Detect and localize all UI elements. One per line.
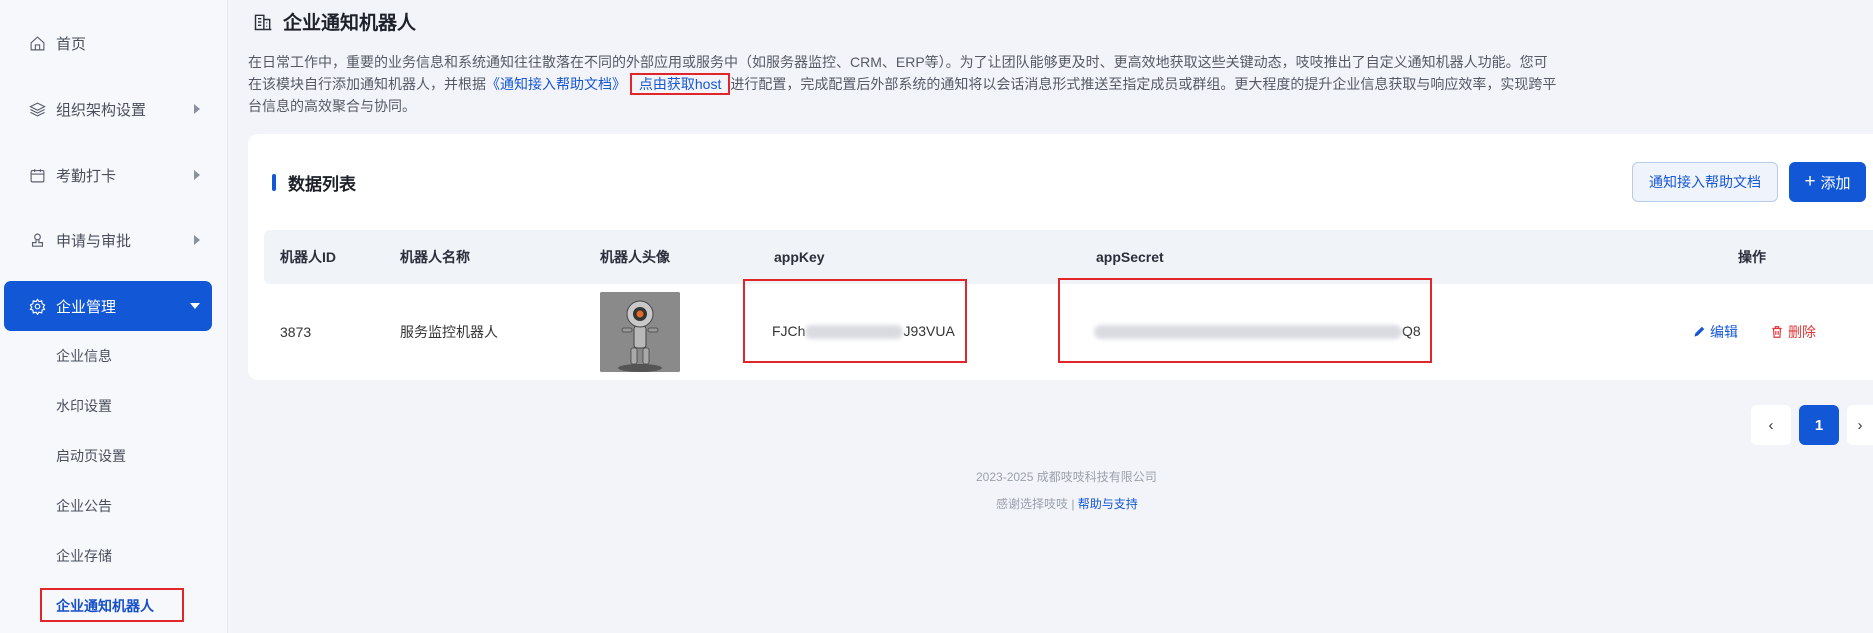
edit-button[interactable]: 编辑 bbox=[1692, 322, 1738, 342]
column-header-name: 机器人名称 bbox=[400, 249, 470, 265]
delete-button[interactable]: 删除 bbox=[1770, 322, 1816, 342]
masked-text bbox=[1094, 325, 1402, 340]
layers-icon bbox=[28, 100, 46, 118]
chevron-right-icon bbox=[194, 104, 200, 114]
desc-text: 在该模块自行添加通知机器人，并根据 bbox=[248, 76, 486, 92]
sidebar-item-label: 企业管理 bbox=[56, 298, 117, 316]
pagination-prev-button[interactable]: ‹ bbox=[1751, 405, 1791, 445]
sidebar-subitem-splash[interactable]: 启动页设置 bbox=[56, 444, 126, 468]
appkey-prefix: FJCh bbox=[772, 323, 806, 339]
pagination-next-button[interactable]: › bbox=[1847, 405, 1873, 445]
sidebar-item-enterprise[interactable]: 企业管理 bbox=[4, 281, 212, 331]
robot-avatar bbox=[600, 292, 680, 372]
appkey-value: FJCh J93VUA bbox=[772, 320, 955, 342]
table-header: 机器人ID 机器人名称 机器人头像 appKey appSecret 操作 bbox=[264, 230, 1873, 284]
sidebar-item-label: 组织架构设置 bbox=[56, 101, 147, 119]
sidebar-subitem-watermark[interactable]: 水印设置 bbox=[56, 394, 112, 418]
sidebar-subitem-enterprise-info[interactable]: 企业信息 bbox=[56, 344, 112, 368]
chevron-down-icon bbox=[190, 303, 200, 309]
card-title: 数据列表 bbox=[272, 170, 356, 195]
delete-label: 删除 bbox=[1788, 324, 1816, 340]
column-header-actions: 操作 bbox=[1738, 249, 1766, 265]
sidebar-item-attendance[interactable]: 考勤打卡 bbox=[0, 150, 228, 200]
page-description: 在日常工作中，重要的业务信息和系统通知往往散落在不同的外部应用或服务中（如服务器… bbox=[248, 51, 1558, 117]
trash-icon bbox=[1772, 326, 1782, 338]
page-title-text: 企业通知机器人 bbox=[283, 13, 417, 34]
edit-label: 编辑 bbox=[1710, 324, 1738, 340]
robot-id: 3873 bbox=[280, 324, 312, 340]
column-header-avatar: 机器人头像 bbox=[600, 249, 670, 265]
desc-text: 台信息的高效聚合与协同。 bbox=[248, 98, 416, 114]
help-support-link[interactable]: 帮助与支持 bbox=[1078, 497, 1138, 511]
help-doc-button[interactable]: 通知接入帮助文档 bbox=[1632, 162, 1778, 202]
appkey-suffix: J93VUA bbox=[903, 323, 955, 339]
appsecret-value: Q8 bbox=[1094, 320, 1421, 342]
footer-copyright: 2023-2025 成都吱吱科技有限公司 bbox=[976, 470, 1157, 484]
robot-name: 服务监控机器人 bbox=[400, 324, 498, 340]
sidebar-item-home[interactable]: 首页 bbox=[0, 18, 228, 68]
calendar-icon bbox=[28, 166, 46, 184]
desc-text: 在日常工作中，重要的业务信息和系统通知往往散落在不同的外部应用或服务中（如服务器… bbox=[248, 54, 1548, 70]
get-host-link[interactable]: 点由获取host bbox=[629, 73, 731, 95]
sidebar-subitem-notify-robot[interactable]: 企业通知机器人 bbox=[40, 588, 184, 622]
pencil-icon bbox=[1694, 326, 1705, 337]
column-header-id: 机器人ID bbox=[280, 249, 336, 265]
sidebar-subitem-storage[interactable]: 企业存储 bbox=[56, 544, 112, 568]
footer-thanks: 感谢选择吱吱 | 帮助与支持 bbox=[996, 495, 1138, 512]
gear-icon bbox=[28, 297, 46, 315]
page-title: 企业通知机器人 bbox=[253, 8, 416, 35]
sidebar-item-label: 首页 bbox=[56, 35, 87, 53]
sidebar: 首页 组织架构设置 考勤打卡 申请与审批 企业管理 企业信息 水印设置 启动页设… bbox=[0, 0, 228, 633]
sidebar-item-approval[interactable]: 申请与审批 bbox=[0, 215, 228, 265]
card-title-text: 数据列表 bbox=[288, 175, 356, 194]
sidebar-item-label: 考勤打卡 bbox=[56, 167, 117, 185]
chevron-right-icon bbox=[194, 170, 200, 180]
building-icon bbox=[253, 12, 273, 32]
sidebar-subitem-announcement[interactable]: 企业公告 bbox=[56, 494, 112, 518]
appsecret-suffix: Q8 bbox=[1402, 323, 1421, 339]
desc-text: 进行配置，完成配置后外部系统的通知将以会话消息形式推送至指定成员或群组。更大程度… bbox=[730, 76, 1557, 92]
column-header-appsecret: appSecret bbox=[1096, 249, 1164, 265]
add-button-label: 添加 bbox=[1820, 174, 1851, 192]
home-icon bbox=[28, 34, 46, 52]
title-accent-bar bbox=[272, 174, 276, 191]
add-button[interactable]: + 添加 bbox=[1789, 162, 1866, 202]
sidebar-item-label: 申请与审批 bbox=[56, 232, 132, 250]
robot-avatar-image bbox=[600, 292, 680, 372]
chevron-right-icon bbox=[194, 235, 200, 245]
masked-text bbox=[805, 325, 904, 340]
footer-thanks-text: 感谢选择吱吱 | bbox=[996, 497, 1075, 511]
sidebar-item-org[interactable]: 组织架构设置 bbox=[0, 84, 228, 134]
user-stamp-icon bbox=[28, 231, 46, 249]
pagination-page-1[interactable]: 1 bbox=[1799, 405, 1839, 445]
plus-icon: + bbox=[1804, 171, 1816, 192]
help-doc-link[interactable]: 《通知接入帮助文档》 bbox=[486, 76, 626, 92]
column-header-appkey: appKey bbox=[774, 249, 825, 265]
